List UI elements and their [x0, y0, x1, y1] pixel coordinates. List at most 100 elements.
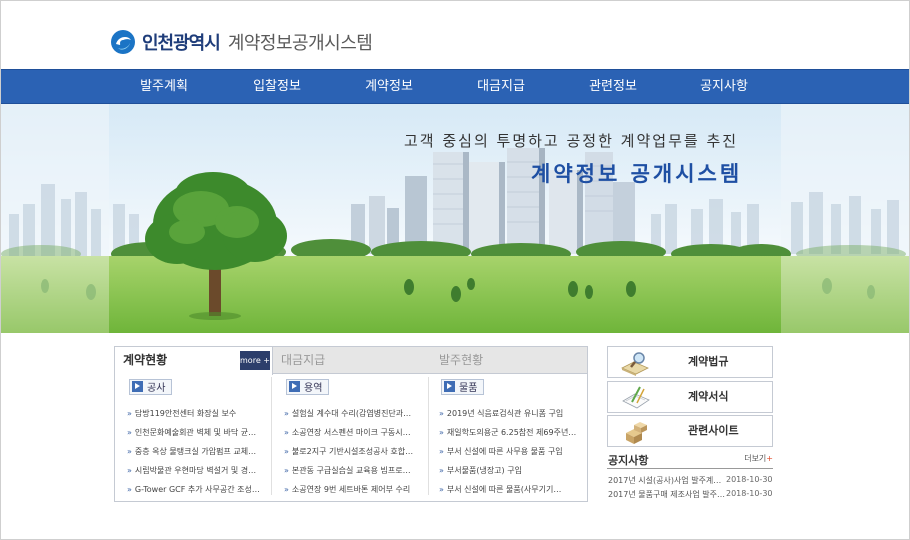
- list-item[interactable]: » 2019년 식음료검식관 유니폼 구입: [439, 404, 589, 423]
- contract-forms-button[interactable]: 계약서식: [607, 381, 773, 413]
- notice-more-link[interactable]: 더보기+: [744, 453, 773, 464]
- double-chevron-icon: »: [439, 428, 444, 437]
- list-item-text: 2019년 식음료검식관 유니폼 구입: [446, 409, 564, 418]
- double-chevron-icon: »: [284, 409, 289, 418]
- contract-law-button[interactable]: 계약법규: [607, 346, 773, 378]
- category-badge-goods[interactable]: 물품: [441, 378, 485, 395]
- column-service: 용역 » 설험실 계수대 수리(감염병진단과… » 소공연장 서스펜션 마이크 구동…: [284, 377, 434, 499]
- list-item[interactable]: » 부서 신설에 따른 물품(사무기기…: [439, 480, 589, 499]
- nav-item-bid-info[interactable]: 입찰정보: [227, 70, 327, 105]
- list-item[interactable]: » 설험실 계수대 수리(감염병진단과…: [284, 404, 434, 423]
- list-item-text: 불로2지구 기반시설조성공사 호합…: [291, 447, 414, 456]
- logo-city-name: 인천광역시: [142, 33, 221, 54]
- logo-system-name: 계약정보공개시스템: [227, 33, 373, 54]
- list-item-text: G-Tower GCF 추가 사무공간 조성…: [134, 485, 260, 494]
- list-item[interactable]: » 본관동 구급실습실 교육용 빔프로…: [284, 461, 434, 480]
- column-construction: 공사 » 담방119안전센터 화장실 보수 » 인천문화예술회관 벽체 및 바닥 균…: [127, 377, 277, 499]
- list-item[interactable]: » 인천문화예술회관 벽체 및 바닥 균…: [127, 423, 277, 442]
- list-item[interactable]: » 소공연장 서스펜션 마이크 구동시…: [284, 423, 434, 442]
- nav-item-order-plan[interactable]: 발주계획: [114, 70, 214, 105]
- contract-law-label: 계약법규: [688, 355, 729, 368]
- double-chevron-icon: »: [127, 485, 132, 494]
- double-chevron-icon: »: [284, 447, 289, 456]
- goods-list: » 2019년 식음료검식관 유니폼 구입 » 재일학도의용군 6.25참전 제69…: [439, 404, 589, 499]
- more-button[interactable]: more +: [240, 351, 270, 370]
- header: 인천광역시 계약정보공개시스템: [0, 0, 910, 69]
- double-chevron-icon: »: [284, 466, 289, 475]
- list-item-text: 소공연장 서스펜션 마이크 구동시…: [291, 428, 411, 437]
- tab-order-status-label: 발주현황: [439, 353, 484, 367]
- nav-item-notice[interactable]: 공지사항: [674, 70, 774, 105]
- tab-payment-label: 대금지급: [281, 353, 326, 367]
- plus-icon: +: [766, 454, 773, 463]
- category-label: 공사: [147, 383, 166, 394]
- notice-row[interactable]: 2017년 물품구매 제조사업 발주…2018-10-30: [608, 489, 773, 500]
- category-badge-construction[interactable]: 공사: [129, 378, 173, 395]
- list-item[interactable]: » 불로2지구 기반시설조성공사 호합…: [284, 442, 434, 461]
- list-item-text: 부서 신설에 따른 물품(사무기기…: [446, 485, 562, 494]
- list-item[interactable]: » 시립박물관 우현마당 벽설거 및 경…: [127, 461, 277, 480]
- notice-row-date: 2018-10-30: [726, 489, 773, 498]
- list-item-text: 재일학도의용군 6.25참전 제69주년…: [446, 428, 577, 437]
- double-chevron-icon: »: [284, 428, 289, 437]
- tab-order-status[interactable]: 발주현황: [439, 347, 579, 374]
- double-chevron-icon: »: [127, 428, 132, 437]
- nav-item-related-info[interactable]: 관련정보: [563, 70, 663, 105]
- column-divider: [428, 377, 429, 495]
- incheon-logo-icon: [111, 30, 135, 54]
- notice-title: 공지사항: [608, 454, 649, 467]
- list-item-text: 인천문화예술회관 벽체 및 바닥 균…: [134, 428, 257, 437]
- boxes-icon: [626, 422, 647, 444]
- list-item[interactable]: » G-Tower GCF 추가 사무공간 조성…: [127, 480, 277, 499]
- double-chevron-icon: »: [439, 447, 444, 456]
- list-item[interactable]: » 소공연장 9번 세트바톤 제어부 수리: [284, 480, 434, 499]
- list-item-text: 본관동 구급실습실 교육용 빔프로…: [291, 466, 411, 475]
- related-sites-label: 관련사이트: [688, 424, 739, 437]
- list-item[interactable]: » 부서 신설에 따른 사무용 물품 구입: [439, 442, 589, 461]
- tab-bar: 계약현황 more + 대금지급 발주현황: [115, 347, 587, 375]
- category-label: 용역: [304, 383, 323, 394]
- banner-title: 계약정보 공개시스템: [531, 162, 743, 186]
- notice-row[interactable]: 2017년 시설(공사)사업 발주계획… 2018-10-30: [608, 475, 773, 486]
- arrow-right-icon: [132, 381, 143, 392]
- double-chevron-icon: »: [439, 485, 444, 494]
- list-item-text: 소공연장 9번 세트바톤 제어부 수리: [291, 485, 411, 494]
- category-label: 물품: [459, 383, 478, 394]
- notice-row-date: 2018-10-30: [726, 475, 773, 484]
- notice-more-label: 더보기: [744, 454, 767, 463]
- double-chevron-icon: »: [439, 466, 444, 475]
- tab-contract-status-label: 계약현황: [123, 353, 168, 367]
- contract-tabs-panel: 계약현황 more + 대금지급 발주현황 공사 » 담방119안전센터 화장실 …: [114, 346, 588, 502]
- notice-divider: [607, 468, 773, 469]
- related-sites-button[interactable]: 관련사이트: [607, 415, 773, 447]
- arrow-right-icon: [289, 381, 300, 392]
- column-goods: 물품 » 2019년 식음료검식관 유니폼 구입 » 재일학도의용군 6.25참전 …: [439, 377, 589, 499]
- double-chevron-icon: »: [439, 409, 444, 418]
- arrow-right-icon: [444, 381, 455, 392]
- double-chevron-icon: »: [127, 447, 132, 456]
- list-item-text: 부서물품(냉장고) 구입: [446, 466, 522, 475]
- category-badge-service[interactable]: 용역: [286, 378, 330, 395]
- nav-item-payment[interactable]: 대금지급: [451, 70, 551, 105]
- hero-banner: 고객 중심의 투명하고 공정한 계약업무를 추진 계약정보 공개시스템: [1, 104, 909, 333]
- service-list: » 설험실 계수대 수리(감염병진단과… » 소공연장 서스펜션 마이크 구동시… …: [284, 404, 434, 499]
- contract-forms-label: 계약서식: [688, 390, 729, 403]
- list-item-text: 시립박물관 우현마당 벽설거 및 경…: [134, 466, 257, 475]
- list-item-text: 담방119안전센터 화장실 보수: [134, 409, 237, 418]
- double-chevron-icon: »: [127, 409, 132, 418]
- list-item[interactable]: » 재일학도의용군 6.25참전 제69주년…: [439, 423, 589, 442]
- list-item-text: 부서 신설에 따른 사무용 물품 구입: [446, 447, 563, 456]
- list-item[interactable]: » 부서물품(냉장고) 구입: [439, 461, 589, 480]
- list-item[interactable]: » 중층 옥상 물탱크실 가압펌프 교체…: [127, 442, 277, 461]
- list-item-text: 중층 옥상 물탱크실 가압펌프 교체…: [134, 447, 257, 456]
- tab-payment[interactable]: 대금지급: [281, 347, 421, 374]
- notice-row-title: 2017년 물품구매 제조사업 발주…: [608, 490, 725, 499]
- banner-slogan: 고객 중심의 투명하고 공정한 계약업무를 추진: [404, 132, 739, 150]
- notice-row-title: 2017년 시설(공사)사업 발주계획…: [608, 476, 726, 485]
- list-item[interactable]: » 담방119안전센터 화장실 보수: [127, 404, 277, 423]
- nav-item-contract-info[interactable]: 계약정보: [339, 70, 439, 105]
- construction-list: » 담방119안전센터 화장실 보수 » 인천문화예술회관 벽체 및 바닥 균… »…: [127, 404, 277, 499]
- double-chevron-icon: »: [127, 466, 132, 475]
- site-logo[interactable]: 인천광역시 계약정보공개시스템: [110, 29, 373, 55]
- main-nav: 발주계획 입찰정보 계약정보 대금지급 관련정보 공지사항: [1, 69, 909, 104]
